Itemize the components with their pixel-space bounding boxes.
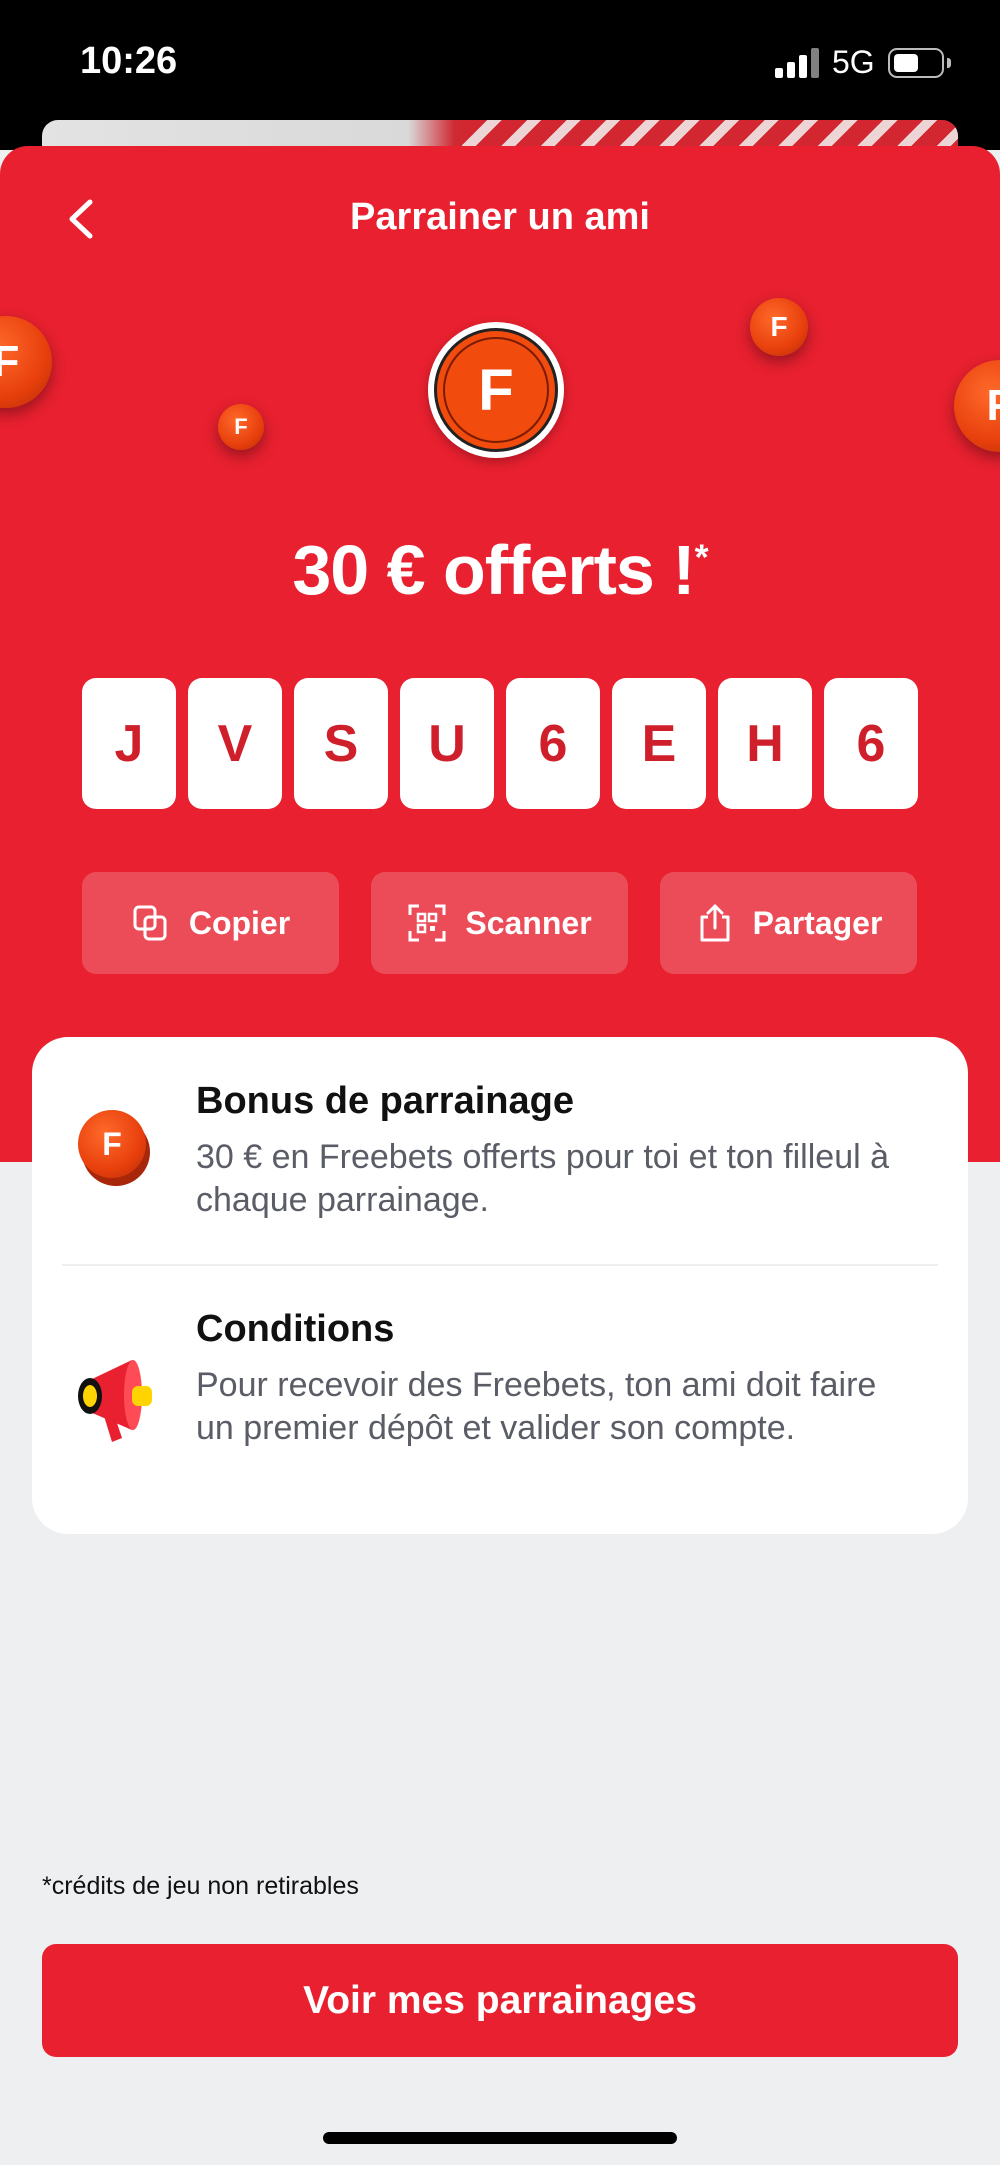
conditions-text: Pour recevoir des Freebets, ton ami doit…: [196, 1366, 877, 1447]
coin-icon: F: [78, 1110, 150, 1186]
conditions-title: Conditions: [196, 1308, 395, 1350]
bonus-text: 30 € en Freebets offerts pour toi et ton…: [196, 1138, 890, 1219]
network-label: 5G: [832, 44, 875, 80]
footnote: *crédits de jeu non retirables: [42, 1872, 359, 1900]
offer-asterisk: *: [694, 536, 709, 578]
share-button[interactable]: Partager: [660, 872, 917, 974]
code-char: U: [400, 678, 494, 809]
header-panel: [0, 146, 1000, 1162]
code-char: 6: [506, 678, 600, 809]
scan-label: Scanner: [465, 904, 592, 941]
code-char: S: [294, 678, 388, 809]
page-title: Parrainer un ami: [350, 196, 650, 238]
share-label: Partager: [752, 904, 883, 941]
code-char: H: [718, 678, 812, 809]
copy-icon: [133, 905, 167, 941]
offer-headline: 30 € offerts !*: [0, 530, 1000, 610]
code-char: V: [188, 678, 282, 809]
bonus-title: Bonus de parrainage: [196, 1080, 574, 1122]
offer-headline-text: 30 € offerts !: [292, 531, 695, 609]
home-indicator[interactable]: [323, 2132, 677, 2144]
decorative-coin-icon: F: [750, 298, 808, 356]
megaphone-icon: [70, 1350, 160, 1450]
decorative-coin-icon: F: [218, 404, 264, 450]
scan-button[interactable]: Scanner: [371, 872, 628, 974]
code-char: E: [612, 678, 706, 809]
copy-button[interactable]: Copier: [82, 872, 339, 974]
status-time: 10:26: [80, 40, 178, 82]
code-char: J: [82, 678, 176, 809]
code-char: 6: [824, 678, 918, 809]
share-icon: [700, 904, 730, 942]
signal-icon: [775, 48, 819, 78]
divider: [62, 1264, 938, 1266]
battery-icon: [888, 48, 951, 78]
qr-scan-icon: [408, 904, 446, 942]
view-referrals-button[interactable]: Voir mes parrainages: [42, 1944, 958, 2057]
copy-label: Copier: [188, 904, 291, 941]
brand-coin-icon: F: [428, 322, 564, 458]
view-referrals-label: Voir mes parrainages: [303, 1978, 697, 2022]
